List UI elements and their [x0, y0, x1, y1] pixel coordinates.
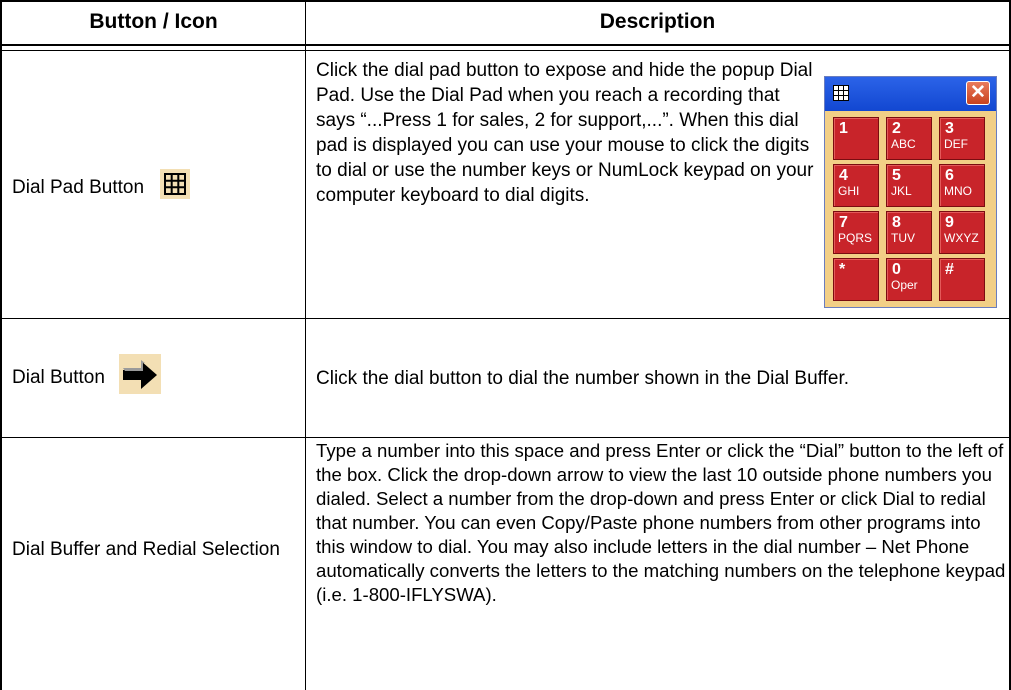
dial-pad-key-letters: DEF	[944, 137, 968, 151]
column-divider	[305, 0, 306, 690]
row-divider-1	[0, 318, 1011, 319]
dial-pad-key-digit: *	[839, 261, 846, 278]
dial-pad-key[interactable]: 9 WXYZ	[939, 211, 985, 254]
dial-pad-key-letters: MNO	[944, 184, 972, 198]
dial-pad-key-digit: 8	[892, 214, 901, 231]
dial-pad-key[interactable]: 2 ABC	[886, 117, 932, 160]
dial-pad-key-digit: 0	[892, 261, 901, 278]
dial-pad-key[interactable]: 6 MNO	[939, 164, 985, 207]
grid-icon[interactable]	[833, 85, 849, 106]
row-divider-2	[0, 437, 1011, 438]
dial-pad-key[interactable]: 5 JKL	[886, 164, 932, 207]
dial-pad-key[interactable]: 0 Oper	[886, 258, 932, 301]
dial-pad-key[interactable]: #	[939, 258, 985, 301]
dial-pad-key-digit: 2	[892, 120, 901, 137]
dial-pad-key-digit: 4	[839, 167, 848, 184]
table-row-label-dial: Dial Button	[12, 353, 302, 401]
dial-pad-key-digit: 6	[945, 167, 954, 184]
grid-icon	[160, 168, 191, 206]
dial-pad-key[interactable]: *	[833, 258, 879, 301]
dial-pad-button-label: Dial Pad Button	[12, 176, 145, 198]
dial-pad-title-bar: ✕	[825, 77, 996, 111]
dial-pad-key-digit: 5	[892, 167, 901, 184]
dial-button-label: Dial Button	[12, 366, 105, 388]
table-row-description-dial: Click the dial button to dial the number…	[316, 368, 850, 389]
dial-pad-key[interactable]: 4 GHI	[833, 164, 879, 207]
dial-pad-key-letters: ABC	[891, 137, 916, 151]
dial-pad-popup: ✕ 1 2 ABC 3 DEF 4 GHI 5 JKL 6 MNO 7 PQRS 8 TUV 9 WXYZ * 0 O…	[824, 76, 997, 308]
dial-pad-key-letters: WXYZ	[944, 231, 979, 245]
dial-pad-key[interactable]: 3 DEF	[939, 117, 985, 160]
dial-pad-key-letters: TUV	[891, 231, 915, 245]
dial-pad-key-digit: 9	[945, 214, 954, 231]
dial-pad-key-letters: JKL	[891, 184, 912, 198]
dial-pad-key-digit: 1	[839, 120, 848, 137]
dial-pad-key[interactable]: 1	[833, 117, 879, 160]
dial-pad-key-letters: PQRS	[838, 231, 873, 245]
table-border-left	[0, 0, 2, 690]
arrow-right-icon	[118, 353, 161, 401]
header-divider-top	[0, 44, 1011, 46]
dial-pad-key-digit: 3	[945, 120, 954, 137]
header-divider-bottom	[0, 50, 1011, 51]
dial-pad-key-digit: 7	[839, 214, 848, 231]
table-row-description-dial-buffer: Type a number into this space and press …	[316, 440, 1006, 605]
dial-pad-key[interactable]: 8 TUV	[886, 211, 932, 254]
column-header-button-icon: Button / Icon	[89, 10, 218, 33]
table-row-label-dial-pad: Dial Pad Button	[12, 162, 302, 212]
dial-pad-key-letters: GHI	[838, 184, 860, 198]
dial-pad-key[interactable]: 7 PQRS	[833, 211, 879, 254]
table-row-description-dial-pad: Click the dial pad button to expose and …	[316, 60, 814, 206]
close-icon[interactable]: ✕	[966, 81, 990, 105]
button-description-table: Button / Icon Description Dial Pad Butto…	[0, 0, 1011, 690]
dial-pad-key-letters: Oper	[891, 278, 918, 292]
dial-pad-key-digit: #	[945, 261, 954, 278]
table-row-label-dial-buffer: Dial Buffer and Redial Selection	[12, 539, 280, 560]
column-header-description: Description	[599, 10, 716, 33]
